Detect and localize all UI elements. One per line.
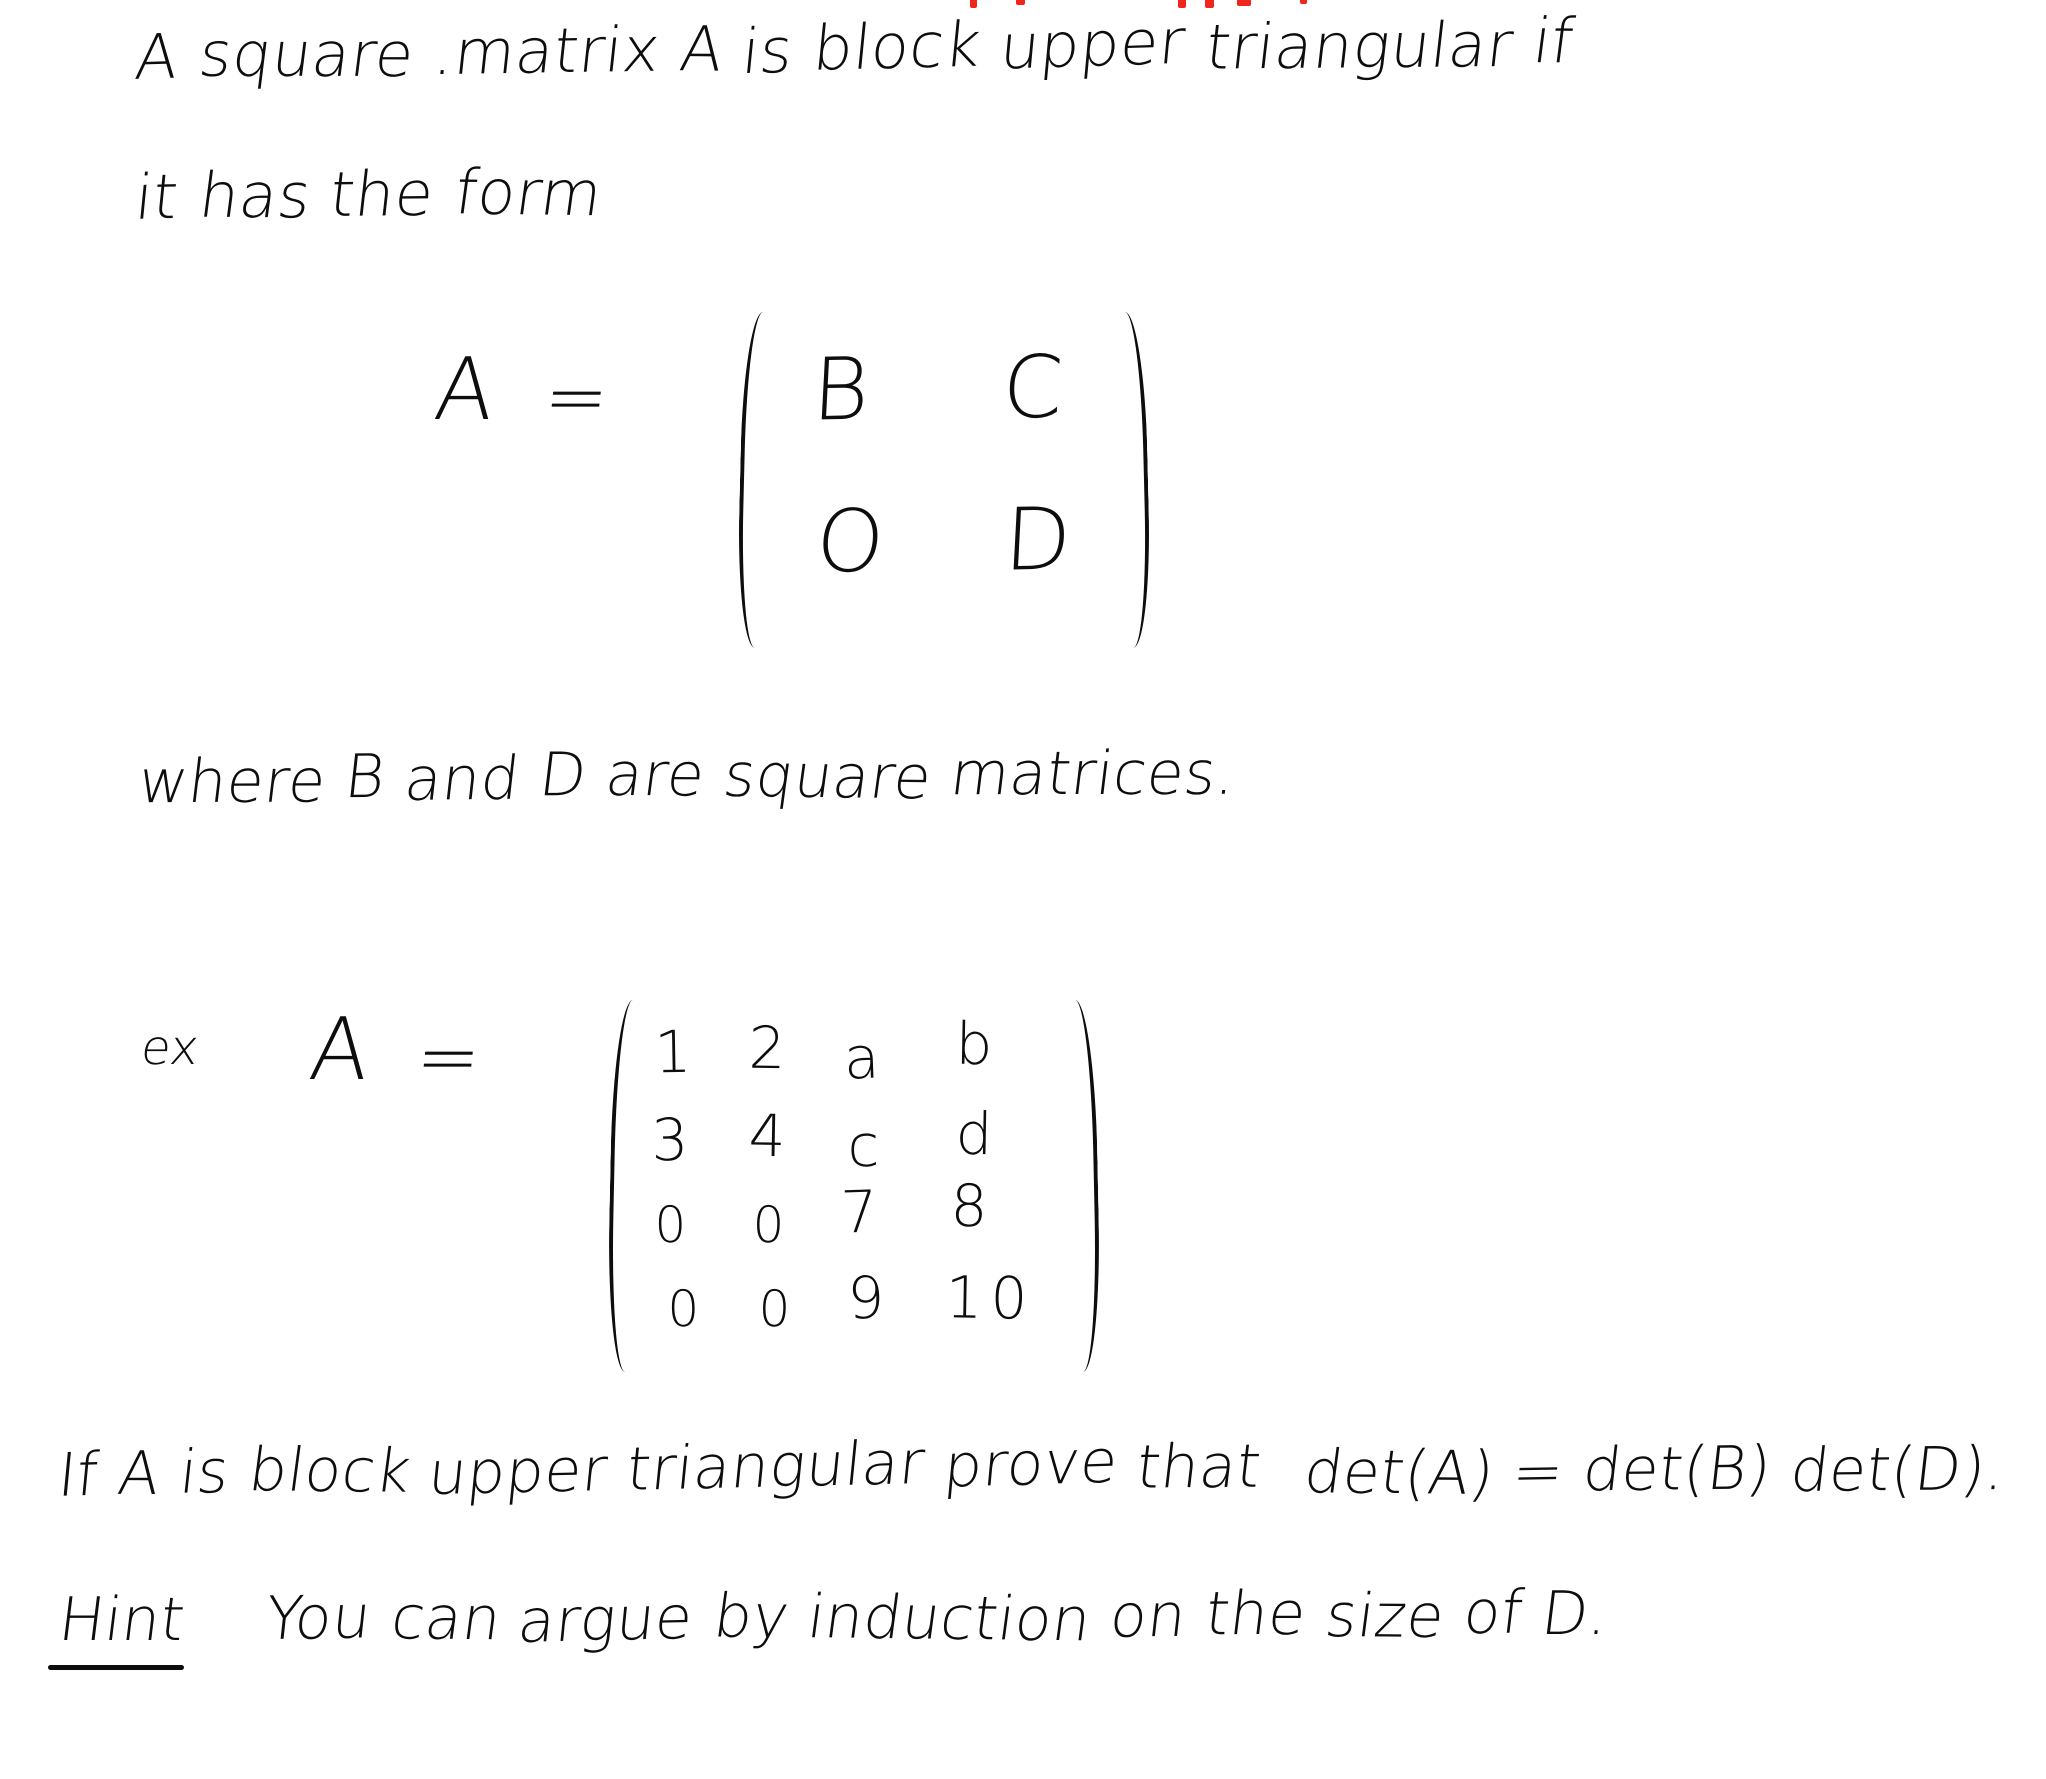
red-ink-mark-2 (1016, 0, 1025, 5)
example-label-text: ex (138, 1020, 202, 1076)
condition-line: where B and D are square matrices. (134, 737, 1241, 818)
problem-equation: det(A) = det(B) det(D). (1300, 1432, 2009, 1508)
example-cell-2-0: 0 (654, 1196, 687, 1255)
hint-text: You can argue by induction on the size o… (262, 1577, 1613, 1658)
example-cell-0-0: 1 (654, 1018, 692, 1087)
red-ink-mark-4 (1205, 0, 1214, 8)
example-cell-1-3-text: d (955, 1099, 994, 1169)
hint-label: Hint (55, 1585, 189, 1655)
example-label: ex (138, 1020, 202, 1076)
worksheet-page: A square .matrix A is block upper triang… (0, 0, 2046, 1779)
example-cell-3-2: 9 (847, 1264, 885, 1333)
example-cell-2-1-text: 0 (752, 1195, 785, 1255)
red-ink-mark-6 (1300, 0, 1307, 4)
example-cell-0-3-text: b (955, 1009, 994, 1079)
block-matrix-open-paren (735, 311, 783, 649)
example-cell-1-1-text: 4 (748, 1101, 787, 1171)
example-matrix-open-paren (606, 999, 652, 1373)
example-cell-3-3-text: 10 (945, 1263, 1036, 1333)
block-matrix-cell-1-1: D (1002, 489, 1074, 590)
example-cell-2-3-text: 8 (950, 1171, 989, 1241)
block-matrix-close-paren (1105, 311, 1153, 649)
block-matrix-cell-1-1-text: D (1001, 489, 1074, 591)
block-matrix-cell-0-0: B (810, 340, 872, 441)
red-ink-mark-1 (970, 0, 977, 8)
block-matrix-cell-1-0: O (812, 491, 888, 592)
example-cell-1-0-text: 3 (650, 1105, 689, 1175)
block-matrix-cell-0-1: C (1000, 337, 1065, 438)
block-matrix-cell-0-1-text: C (999, 337, 1066, 439)
hint-label-text: Hint (55, 1585, 189, 1655)
example-cell-3-1-text: 0 (758, 1279, 791, 1339)
definition-line-2-text: it has the form (131, 155, 607, 234)
example-cell-0-3: b (955, 1010, 993, 1079)
example-cell-1-2: c (847, 1112, 880, 1181)
definition-line-2: it has the form (131, 155, 607, 234)
example-cell-0-2-text: a (842, 1023, 881, 1093)
block-form-equals-text: = (540, 352, 614, 441)
example-cell-1-2-text: c (846, 1111, 880, 1181)
example-cell-1-1: 4 (748, 1102, 786, 1171)
example-cell-2-2: 7 (840, 1177, 879, 1246)
definition-line-1-text: A square .matrix A is block upper triang… (131, 4, 1579, 94)
problem-equation-text: det(A) = det(B) det(D). (1300, 1433, 2010, 1509)
example-cell-0-0-text: 1 (653, 1017, 692, 1087)
condition-line-text: where B and D are square matrices. (134, 738, 1241, 818)
example-cell-0-1: 2 (748, 1014, 786, 1083)
example-lhs-text: A (305, 1000, 375, 1100)
example-cell-3-0: 0 (667, 1280, 700, 1339)
example-cell-3-0-text: 0 (666, 1279, 700, 1339)
example-cell-2-3: 8 (950, 1172, 988, 1241)
hint-underline (48, 1665, 184, 1670)
red-ink-mark-5 (1237, 0, 1251, 6)
block-form-lhs: A (430, 340, 499, 440)
block-matrix-cell-0-0-text: B (809, 339, 872, 441)
hint-text-content: You can argue by induction on the size o… (262, 1577, 1613, 1658)
definition-line-1: A square .matrix A is block upper triang… (131, 4, 1579, 94)
example-cell-2-2-text: 7 (839, 1177, 879, 1247)
example-lhs: A (305, 1000, 374, 1100)
example-cell-3-1: 0 (758, 1280, 791, 1339)
block-form-equals: = (540, 352, 613, 441)
example-cell-2-1: 0 (752, 1196, 785, 1255)
example-cell-3-3: 10 (945, 1263, 1036, 1333)
example-matrix-close-paren (1056, 999, 1102, 1373)
example-equals-text: = (412, 1012, 486, 1101)
block-form-lhs-text: A (430, 340, 500, 440)
example-equals: = (412, 1012, 485, 1101)
example-cell-0-2: a (843, 1023, 881, 1092)
example-cell-3-2-text: 9 (846, 1263, 885, 1333)
problem-statement: If A is block upper triangular prove tha… (54, 1426, 1266, 1511)
example-cell-0-1-text: 2 (748, 1013, 787, 1083)
block-matrix-cell-1-0-text: O (812, 491, 889, 593)
example-cell-2-0-text: 0 (653, 1195, 687, 1255)
example-cell-1-0: 3 (651, 1106, 689, 1175)
problem-statement-text: If A is block upper triangular prove tha… (54, 1426, 1266, 1511)
example-cell-1-3: d (955, 1100, 993, 1169)
